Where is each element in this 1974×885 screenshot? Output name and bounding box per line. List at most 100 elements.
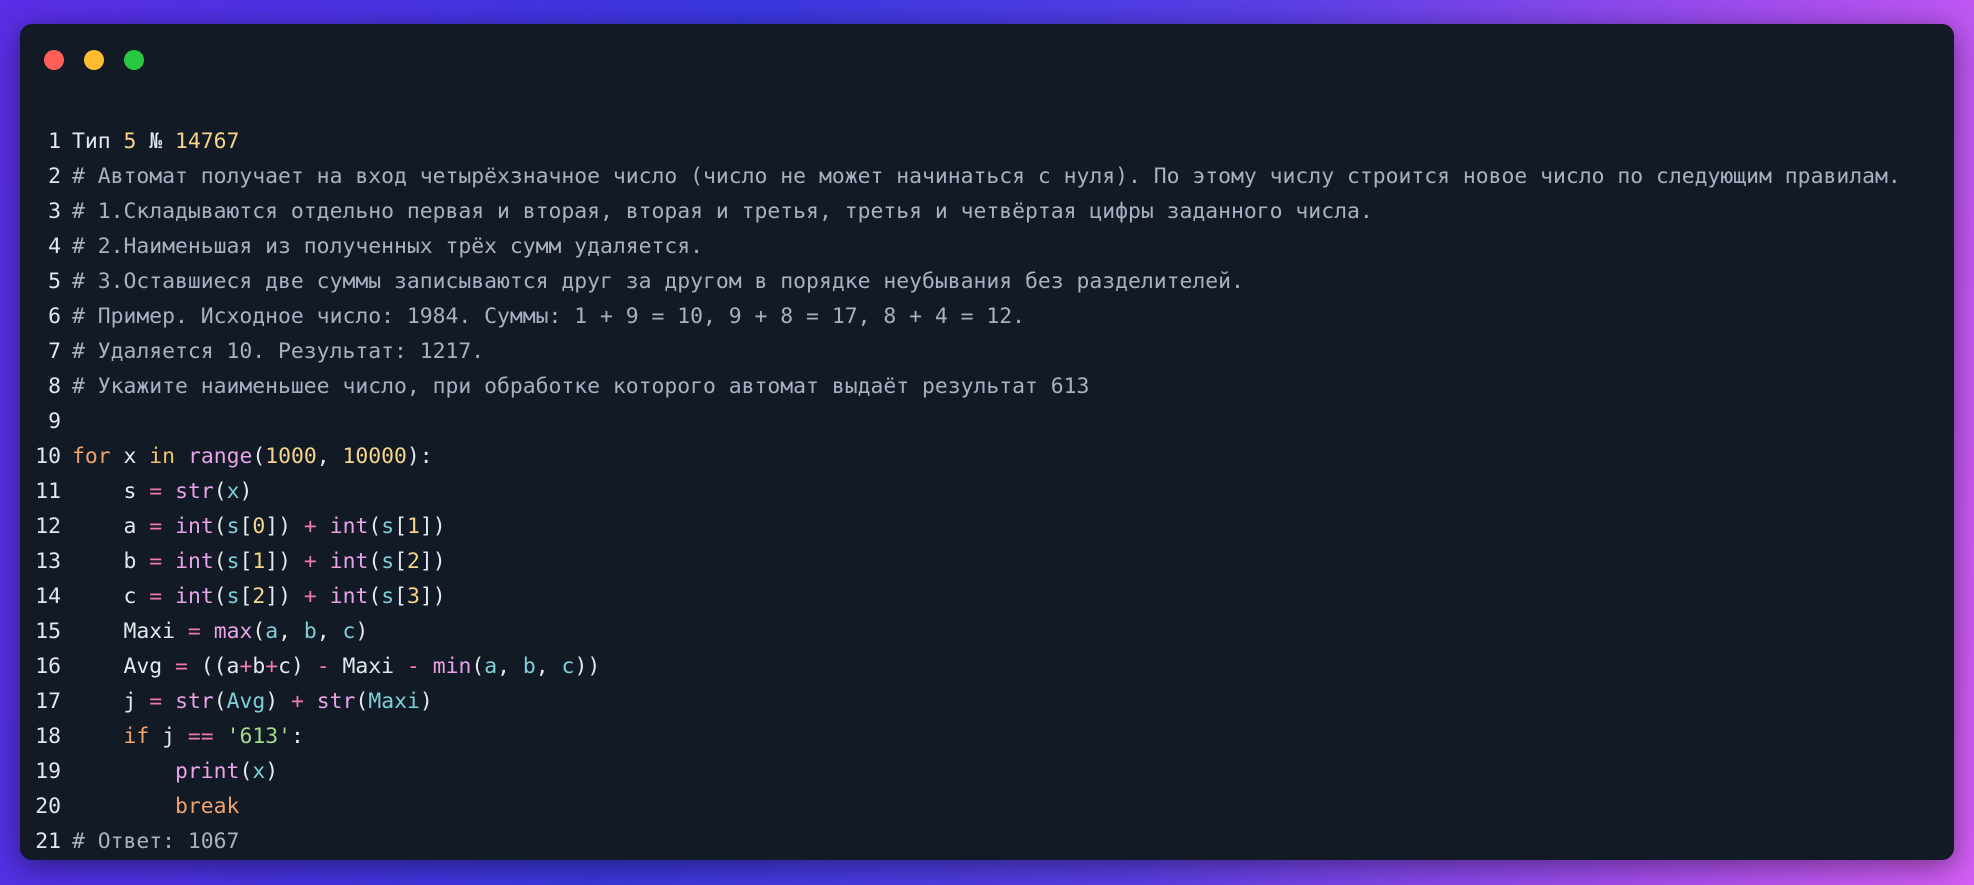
line-source: # Удаляется 10. Результат: 1217. bbox=[72, 339, 484, 364]
code-token: == bbox=[187, 724, 214, 749]
line-source: s = str(x) bbox=[72, 479, 253, 504]
code-token: int bbox=[329, 514, 369, 539]
code-line: 5 # 3.Оставшиеся две суммы записываются д… bbox=[20, 264, 1954, 299]
code-token: s bbox=[226, 549, 240, 574]
code-token: 10000 bbox=[342, 444, 407, 469]
code-token: ) bbox=[265, 759, 279, 784]
line-number: 10 bbox=[35, 444, 61, 469]
code-token: = bbox=[149, 479, 163, 504]
code-token: b bbox=[252, 654, 266, 679]
code-token: b bbox=[522, 654, 536, 679]
line-source: # 1.Складываются отдельно первая и втора… bbox=[72, 199, 1373, 224]
code-token: ( bbox=[368, 549, 382, 574]
code-token: = bbox=[149, 549, 163, 574]
code-token: break bbox=[175, 794, 240, 819]
line-source: break bbox=[72, 794, 239, 819]
code-token: ]) bbox=[419, 549, 446, 574]
line-source: if j == '613': bbox=[72, 724, 304, 749]
code-token: 1 bbox=[407, 514, 420, 539]
code-token: c bbox=[342, 619, 356, 644]
line-source: # 3.Оставшиеся две суммы записываются др… bbox=[72, 269, 1244, 294]
code-token: a bbox=[484, 654, 498, 679]
code-token: ]) bbox=[265, 514, 304, 539]
code-token: ( bbox=[213, 549, 227, 574]
code-token: s bbox=[72, 479, 150, 504]
line-number: 18 bbox=[35, 724, 61, 749]
code-token: a bbox=[265, 619, 279, 644]
code-token: ( bbox=[213, 584, 227, 609]
code-token: Avg bbox=[72, 654, 176, 679]
line-source: print(x) bbox=[72, 759, 278, 784]
code-token: + bbox=[291, 689, 304, 714]
code-line: 15 Maxi = max(a, b, c) bbox=[20, 614, 1954, 649]
line-number: 4 bbox=[48, 234, 61, 259]
code-token: int bbox=[175, 584, 214, 609]
code-token: min bbox=[432, 654, 472, 679]
close-window-button[interactable] bbox=[44, 50, 64, 70]
code-token: # 1.Складываются отдельно первая и втора… bbox=[72, 199, 1373, 224]
line-source: c = int(s[2]) + int(s[3]) bbox=[72, 584, 446, 609]
line-source: a = int(s[0]) + int(s[1]) bbox=[72, 514, 446, 539]
code-line: 11 s = str(x) bbox=[20, 474, 1954, 509]
code-token: + bbox=[303, 514, 317, 539]
code-token: b bbox=[303, 619, 317, 644]
code-line: 21 # Ответ: 1067 bbox=[20, 824, 1954, 859]
code-token: [ bbox=[394, 549, 407, 574]
code-token: ]) bbox=[419, 584, 446, 609]
code-token: 0 bbox=[252, 514, 266, 539]
line-number: 2 bbox=[48, 164, 61, 189]
code-token: 2 bbox=[407, 549, 420, 574]
line-source: for x in range(1000, 10000): bbox=[72, 444, 433, 469]
code-token: [ bbox=[239, 584, 253, 609]
line-number: 7 bbox=[48, 339, 61, 364]
code-token: for bbox=[72, 444, 111, 469]
minimize-window-button[interactable] bbox=[84, 50, 104, 70]
code-token: ( bbox=[368, 584, 382, 609]
code-token: ( bbox=[252, 444, 266, 469]
code-token: max bbox=[213, 619, 253, 644]
code-token: Тип bbox=[72, 129, 124, 154]
code-token: str bbox=[316, 689, 356, 714]
code-token: # Удаляется 10. Результат: 1217. bbox=[72, 339, 485, 364]
code-token: )) bbox=[574, 654, 601, 679]
code-token: # 2.Наименьшая из полученных трёх сумм у… bbox=[72, 234, 704, 259]
line-number: 3 bbox=[48, 199, 61, 224]
line-number: 1 bbox=[48, 129, 61, 154]
code-token: # Ответ: 1067 bbox=[72, 829, 240, 854]
line-source: # Автомат получает на вход четырёхзначно… bbox=[72, 164, 1901, 189]
code-line: 20 break bbox=[20, 789, 1954, 824]
code-token: , bbox=[535, 654, 562, 679]
code-token: ]) bbox=[265, 584, 304, 609]
maximize-window-button[interactable] bbox=[124, 50, 144, 70]
code-token: ) bbox=[265, 689, 291, 714]
code-token: int bbox=[175, 549, 214, 574]
code-line: 1 Тип 5 № 14767 bbox=[20, 124, 1954, 159]
code-line: 9 bbox=[20, 404, 1954, 439]
code-token: Maxi bbox=[368, 689, 420, 714]
code-token: ) bbox=[419, 689, 433, 714]
code-token: = bbox=[149, 689, 163, 714]
code-token: , bbox=[278, 619, 304, 644]
code-token: ((a bbox=[187, 654, 240, 679]
code-token: ( bbox=[252, 619, 266, 644]
code-token: 5 bbox=[123, 129, 137, 154]
code-token: [ bbox=[394, 514, 407, 539]
code-token: x bbox=[252, 759, 266, 784]
code-token: if bbox=[123, 724, 150, 749]
code-token: s bbox=[381, 514, 395, 539]
code-token: = bbox=[187, 619, 201, 644]
code-token: c) bbox=[278, 654, 317, 679]
code-token: j bbox=[149, 724, 188, 749]
line-number: 5 bbox=[48, 269, 61, 294]
line-number: 12 bbox=[35, 514, 61, 539]
line-number: 11 bbox=[35, 479, 61, 504]
code-token: ( bbox=[239, 759, 253, 784]
code-token: str bbox=[175, 479, 214, 504]
